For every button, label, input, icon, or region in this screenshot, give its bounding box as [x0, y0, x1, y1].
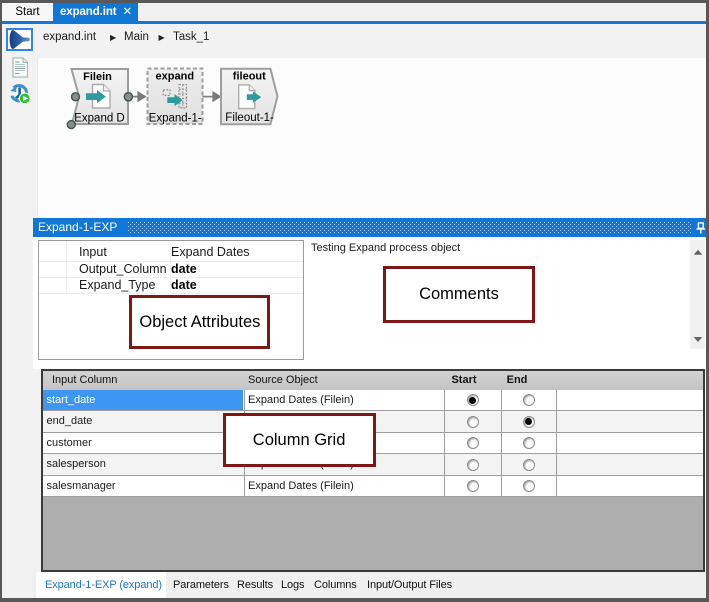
svg-text:Expand D: Expand D	[74, 113, 125, 125]
svg-text:Expand-1-: Expand-1-	[149, 113, 202, 125]
svg-text:Fileout-1-: Fileout-1-	[225, 112, 274, 124]
svg-text:Filein: Filein	[83, 71, 112, 83]
svg-text:expand: expand	[156, 71, 195, 83]
svg-text:fileout: fileout	[233, 71, 266, 83]
